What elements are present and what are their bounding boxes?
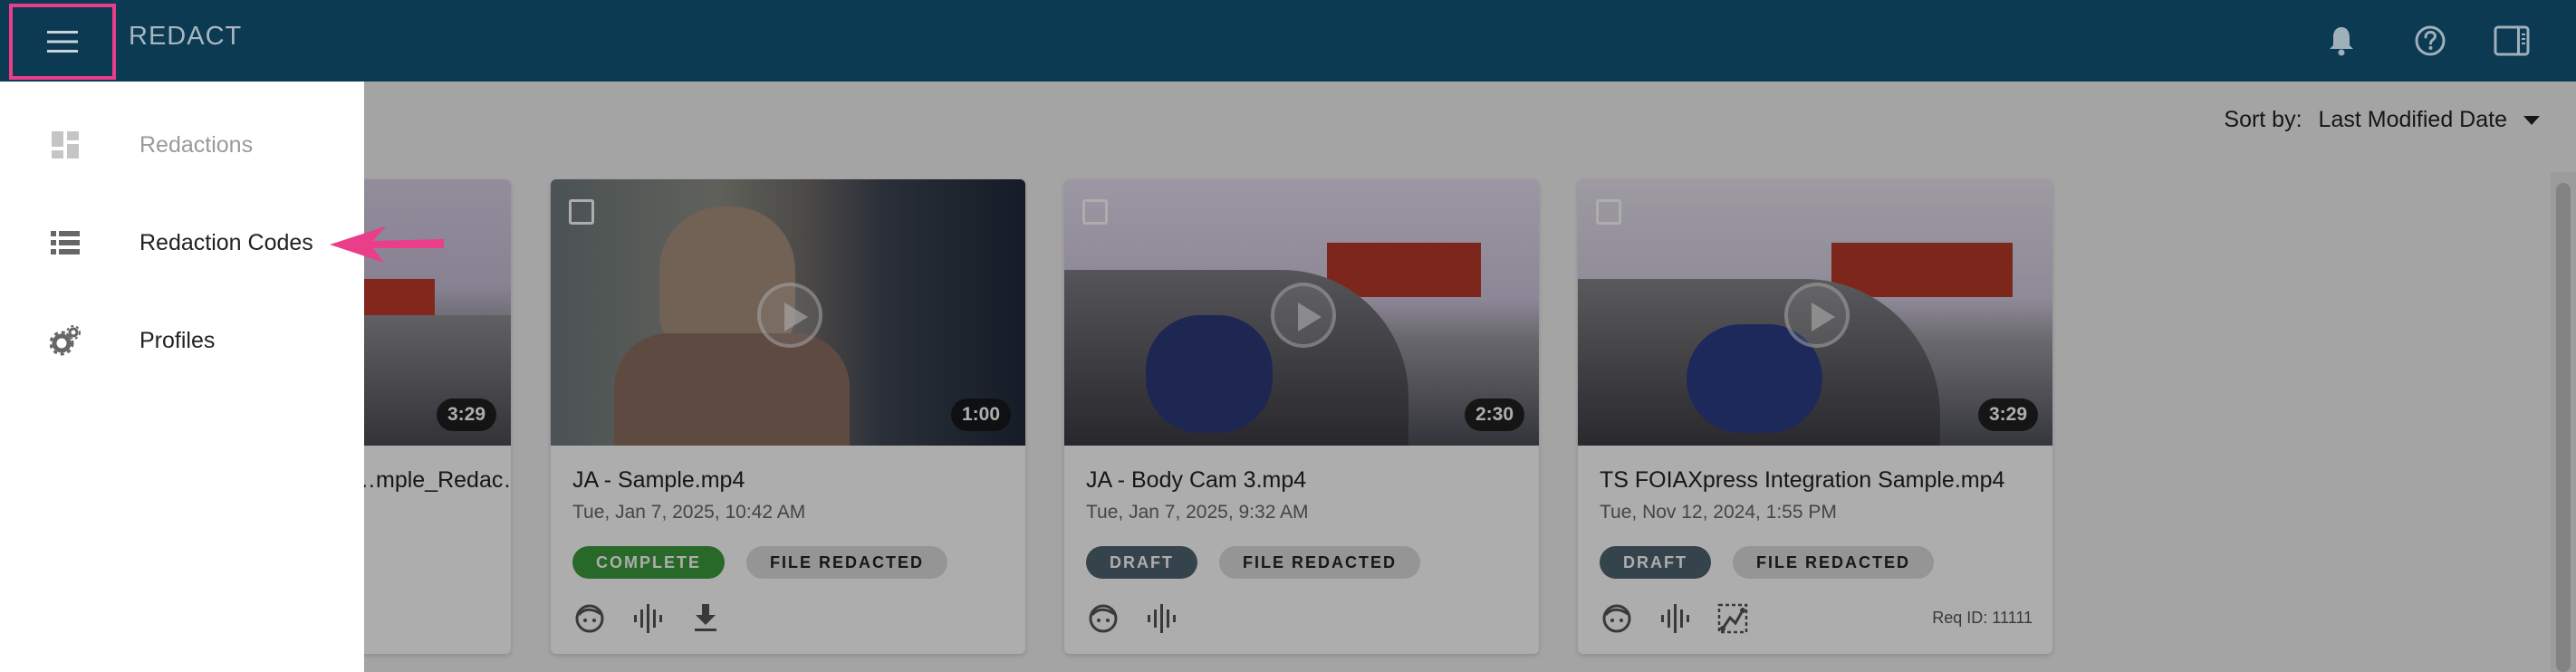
bell-icon xyxy=(2330,27,2353,56)
nav-item-redaction-codes[interactable]: Redaction Codes xyxy=(0,197,364,288)
nav-item-profiles[interactable]: Profiles xyxy=(0,295,364,386)
menu-button[interactable] xyxy=(9,4,116,80)
dashboard-icon xyxy=(49,129,82,161)
help-icon xyxy=(2415,25,2446,56)
side-panel-button[interactable] xyxy=(2489,18,2534,63)
nav-item-label: Redaction Codes xyxy=(139,229,313,255)
help-button[interactable] xyxy=(2408,18,2453,63)
nav-item-label: Redactions xyxy=(139,131,254,158)
gears-icon xyxy=(49,324,82,357)
hamburger-menu-icon xyxy=(47,31,78,53)
list-icon xyxy=(49,226,82,259)
app-bar: REDACT xyxy=(0,0,2576,82)
app-title: REDACT xyxy=(129,22,243,51)
drawer-backdrop[interactable] xyxy=(0,82,2576,672)
nav-item-label: Profiles xyxy=(139,327,216,353)
side-panel-icon xyxy=(2494,25,2530,56)
annotation-arrow-icon xyxy=(330,226,444,263)
notifications-button[interactable] xyxy=(2319,18,2364,63)
navigation-drawer: Redactions Redaction Codes Profiles xyxy=(0,82,364,672)
nav-item-redactions[interactable]: Redactions xyxy=(0,100,364,190)
